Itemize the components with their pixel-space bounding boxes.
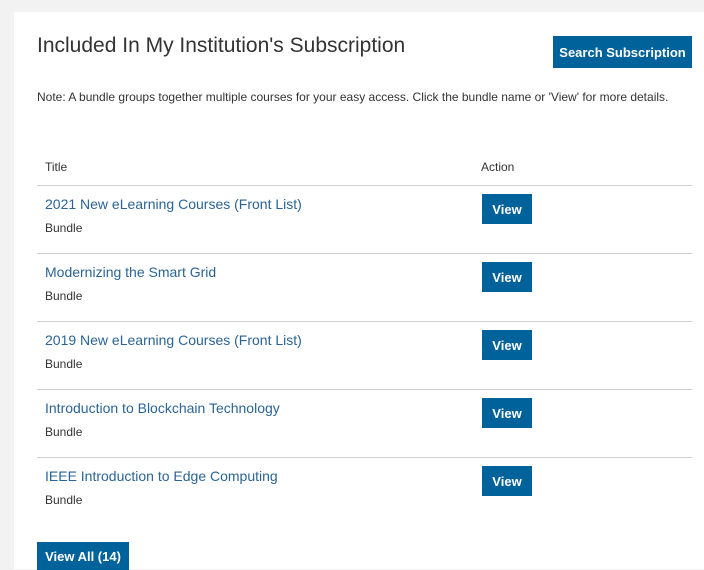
- table-row: Modernizing the Smart Grid Bundle View: [37, 254, 692, 322]
- table-row: IEEE Introduction to Edge Computing Bund…: [37, 458, 692, 525]
- bundle-title-link[interactable]: Introduction to Blockchain Technology: [45, 400, 280, 416]
- table-row: 2019 New eLearning Courses (Front List) …: [37, 322, 692, 390]
- table-row: Introduction to Blockchain Technology Bu…: [37, 390, 692, 458]
- view-button[interactable]: View: [482, 262, 532, 292]
- bundle-type-label: Bundle: [45, 493, 83, 507]
- table-row: 2021 New eLearning Courses (Front List) …: [37, 186, 692, 254]
- bundle-title-link[interactable]: 2021 New eLearning Courses (Front List): [45, 196, 302, 212]
- bundle-note: Note: A bundle groups together multiple …: [37, 90, 669, 104]
- bundle-table: Title Action 2021 New eLearning Courses …: [37, 156, 692, 525]
- subscription-panel: Included In My Institution's Subscriptio…: [14, 12, 704, 570]
- view-all-button[interactable]: View All (14): [37, 542, 129, 570]
- page-title: Included In My Institution's Subscriptio…: [37, 34, 406, 57]
- bundle-type-label: Bundle: [45, 289, 83, 303]
- bundle-title-link[interactable]: 2019 New eLearning Courses (Front List): [45, 332, 302, 348]
- bundle-title-link[interactable]: Modernizing the Smart Grid: [45, 264, 216, 280]
- view-button[interactable]: View: [482, 466, 532, 496]
- bundle-type-label: Bundle: [45, 425, 83, 439]
- column-header-action: Action: [481, 160, 515, 174]
- column-header-title: Title: [45, 160, 68, 174]
- bundle-type-label: Bundle: [45, 357, 83, 371]
- table-header: Title Action: [37, 156, 692, 186]
- view-button[interactable]: View: [482, 398, 532, 428]
- search-subscription-button[interactable]: Search Subscription: [553, 36, 692, 68]
- view-button[interactable]: View: [482, 194, 532, 224]
- view-button[interactable]: View: [482, 330, 532, 360]
- bundle-type-label: Bundle: [45, 221, 83, 235]
- bundle-title-link[interactable]: IEEE Introduction to Edge Computing: [45, 468, 278, 484]
